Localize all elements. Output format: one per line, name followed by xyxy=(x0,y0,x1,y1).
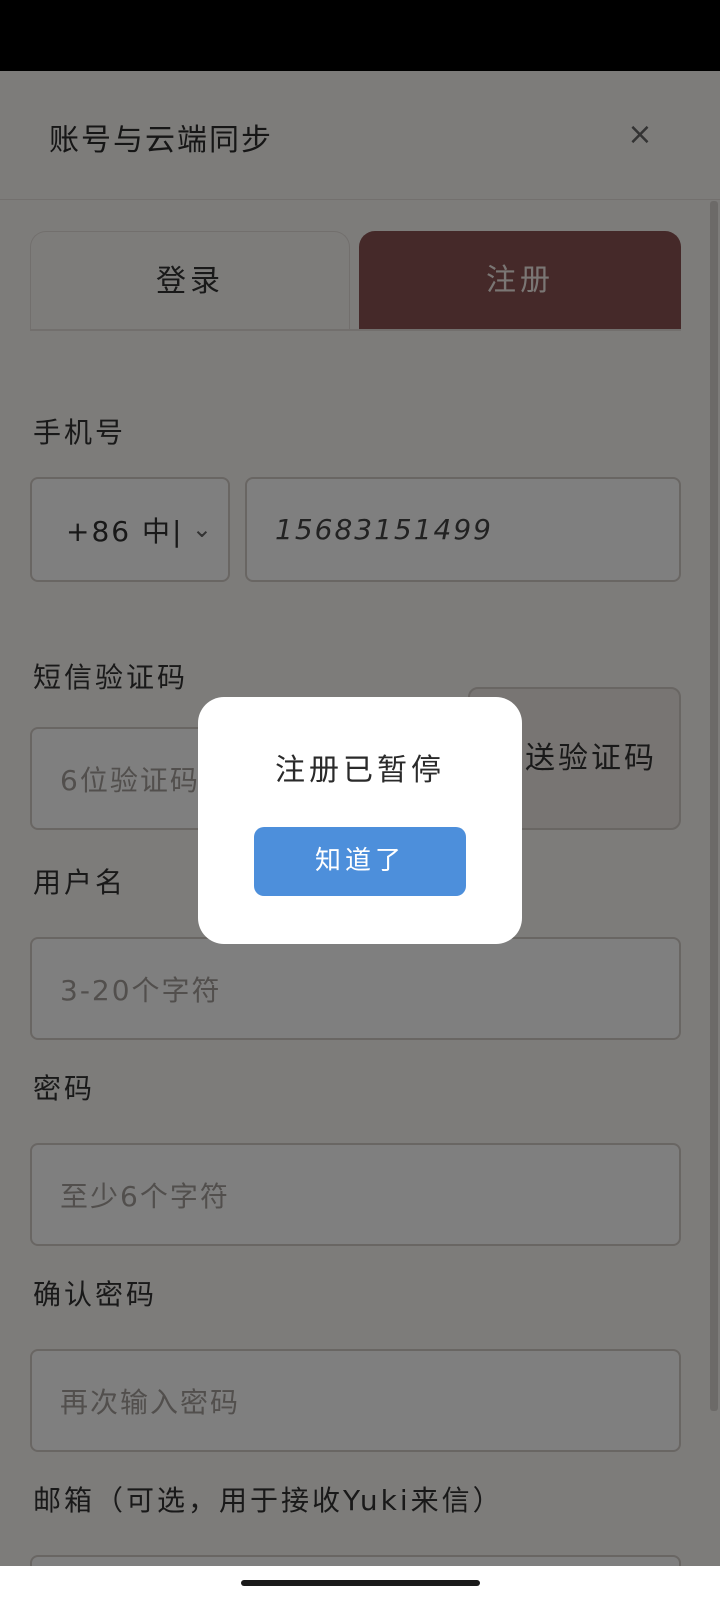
dialog-ok-button[interactable]: 知道了 xyxy=(254,827,466,896)
dialog-message: 注册已暂停 xyxy=(275,753,445,788)
alert-dialog: 注册已暂停 知道了 xyxy=(198,697,522,944)
navigation-bar xyxy=(0,1566,720,1600)
status-bar xyxy=(0,0,720,71)
home-indicator[interactable] xyxy=(241,1580,480,1586)
